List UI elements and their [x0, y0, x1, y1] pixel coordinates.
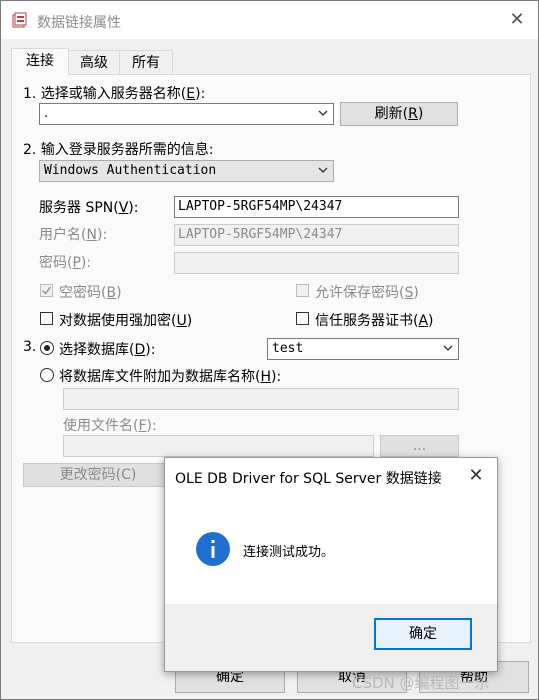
allow-save-password-checkbox [296, 284, 309, 297]
username-label: 用户名(N): [39, 227, 108, 243]
select-database-label: 选择数据库(D): [59, 342, 156, 358]
filename-input [63, 435, 374, 457]
spn-label: 服务器 SPN(V): [39, 200, 139, 216]
auth-value: Windows Authentication [44, 163, 217, 178]
chevron-down-icon [443, 345, 453, 351]
server-name-value: . [44, 106, 49, 121]
watermark: CSDN @编程图一乐 [352, 674, 490, 692]
auth-combo[interactable]: Windows Authentication [39, 160, 334, 182]
spn-input[interactable]: LAPTOP-5RGF54MP\24347 [174, 196, 459, 218]
spn-value: LAPTOP-5RGF54MP\24347 [178, 199, 343, 214]
server-name-combo[interactable]: . [39, 103, 334, 125]
refresh-button[interactable]: 刷新(R) [340, 102, 458, 126]
tab-advanced[interactable]: 高级 [67, 50, 121, 75]
change-password-button: 更改密码(C) [23, 463, 173, 487]
attach-database-radio[interactable] [40, 368, 54, 382]
title-bar: 数据链接属性 ✕ [1, 1, 538, 39]
tab-all[interactable]: 所有 [119, 50, 173, 75]
dialog-title: OLE DB Driver for SQL Server 数据链接 [175, 471, 442, 487]
password-input [174, 252, 459, 274]
tab-connection[interactable]: 连接 [11, 48, 69, 75]
window-title: 数据链接属性 [37, 15, 121, 31]
database-value: test [272, 341, 304, 356]
trust-server-cert-label: 信任服务器证书(A) [315, 313, 434, 329]
dialog-footer: 确定 [165, 604, 497, 671]
window-close-button[interactable]: ✕ [501, 5, 533, 35]
blank-password-label: 空密码(B) [59, 285, 122, 301]
username-value: LAPTOP-5RGF54MP\24347 [178, 227, 343, 242]
dialog-ok-button[interactable]: 确定 [374, 618, 472, 650]
check-icon [41, 286, 52, 295]
attach-database-label: 将数据库文件附加为数据库名称(H): [59, 369, 282, 385]
attach-database-name-input [63, 388, 459, 410]
trust-server-cert-checkbox[interactable] [296, 312, 309, 325]
step1-label: 1. 选择或输入服务器名称(E): [23, 86, 206, 102]
dialog-message: 连接测试成功。 [243, 545, 335, 560]
blank-password-checkbox [40, 284, 53, 297]
select-database-radio[interactable] [40, 341, 54, 355]
app-icon [12, 12, 27, 28]
dialog-close-button[interactable]: ✕ [461, 461, 491, 491]
username-input: LAPTOP-5RGF54MP\24347 [174, 224, 459, 246]
info-icon [196, 532, 230, 566]
chevron-down-icon [318, 110, 328, 116]
database-combo[interactable]: test [267, 338, 459, 360]
allow-save-password-label: 允许保存密码(S) [315, 285, 419, 301]
strong-encryption-label: 对数据使用强加密(U) [59, 313, 193, 329]
step3-number: 3. [23, 339, 37, 355]
test-connection-dialog: OLE DB Driver for SQL Server 数据链接 ✕ 连接测试… [164, 457, 498, 672]
strong-encryption-checkbox[interactable] [40, 312, 53, 325]
password-label: 密码(P): [39, 255, 92, 271]
step2-label: 2. 输入登录服务器所需的信息: [23, 142, 214, 158]
chevron-down-icon [318, 167, 328, 173]
filename-label: 使用文件名(F): [63, 418, 157, 434]
browse-button: ... [380, 435, 459, 457]
